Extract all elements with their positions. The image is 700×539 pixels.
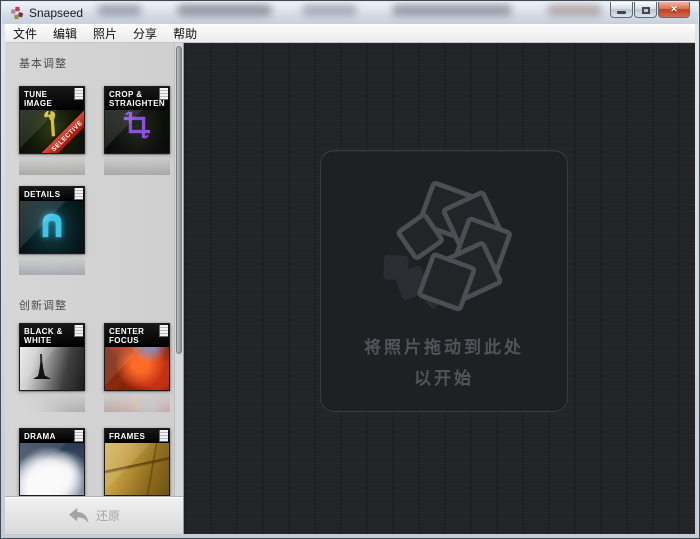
tile-reflection [104, 392, 170, 412]
tile-reflection [19, 155, 85, 175]
menu-file[interactable]: 文件 [5, 24, 45, 43]
close-icon: ✕ [670, 4, 678, 14]
glass-blur-decoration [177, 4, 272, 16]
glass-blur-decoration [547, 4, 602, 16]
menu-help[interactable]: 帮助 [165, 24, 205, 43]
page-curl-icon [159, 88, 168, 100]
page-curl-icon [74, 325, 83, 337]
tool-tile-details[interactable]: DETAILS [19, 186, 85, 254]
photo-drop-zone[interactable]: 将照片拖动到此处 以开始 [320, 150, 568, 412]
minimize-icon [617, 11, 626, 14]
section-basic-adjustments: 基本调整 [19, 58, 67, 70]
glass-blur-decoration [392, 4, 512, 16]
menu-bar: 文件 编辑 照片 分享 帮助 [5, 24, 695, 43]
dropzone-text-line2: 以开始 [414, 369, 474, 388]
tools-sidebar: 基本调整 TUNE IMAGE SELECTIVE CROP & STRAIGH… [5, 43, 184, 534]
dropzone-text-line1: 将照片拖动到此处 [364, 338, 524, 357]
window-title: Snapseed [29, 6, 84, 20]
snapseed-logo-icon [10, 6, 24, 20]
tool-tile-tune-image[interactable]: TUNE IMAGE SELECTIVE [19, 86, 85, 154]
minimize-button[interactable] [610, 2, 633, 18]
scrollbar-thumb[interactable] [176, 46, 182, 354]
menu-edit[interactable]: 编辑 [45, 24, 85, 43]
glass-blur-decoration [302, 4, 357, 16]
snapseed-window: Snapseed ✕ 文件 编辑 照片 分享 帮助 基本调整 TUNE IMAG… [0, 0, 700, 539]
close-button[interactable]: ✕ [658, 2, 690, 18]
page-curl-icon [74, 430, 83, 442]
tool-tile-crop-straighten[interactable]: CROP & STRAIGHTEN [104, 86, 170, 154]
revert-button[interactable]: 还原 [68, 507, 120, 525]
undo-arrow-icon [69, 507, 89, 523]
page-curl-icon [74, 188, 83, 200]
revert-label: 还原 [95, 509, 120, 523]
tile-reflection [104, 155, 170, 175]
page-curl-icon [159, 325, 168, 337]
tile-reflection [19, 392, 85, 412]
snapseed-pinwheel-logo [383, 180, 512, 312]
tool-tile-frames[interactable]: FRAMES [104, 428, 170, 496]
glass-blur-decoration [97, 4, 142, 16]
page-curl-icon [159, 430, 168, 442]
section-creative-adjustments: 创新调整 [19, 300, 67, 312]
editor-canvas: 将照片拖动到此处 以开始 [184, 43, 695, 534]
tile-reflection [19, 255, 85, 275]
maximize-icon [641, 6, 650, 14]
menu-photo[interactable]: 照片 [85, 24, 125, 43]
menu-share[interactable]: 分享 [125, 24, 165, 43]
sidebar-scrollbar[interactable] [174, 43, 183, 496]
footer-bar: 还原 [5, 496, 183, 534]
tool-tile-drama[interactable]: DRAMA [19, 428, 85, 496]
tool-tile-center-focus[interactable]: CENTER FOCUS [104, 323, 170, 391]
tool-tile-black-white[interactable]: BLACK & WHITE [19, 323, 85, 391]
titlebar[interactable]: Snapseed ✕ [2, 2, 698, 24]
maximize-button[interactable] [634, 2, 657, 18]
page-curl-icon [74, 88, 83, 100]
